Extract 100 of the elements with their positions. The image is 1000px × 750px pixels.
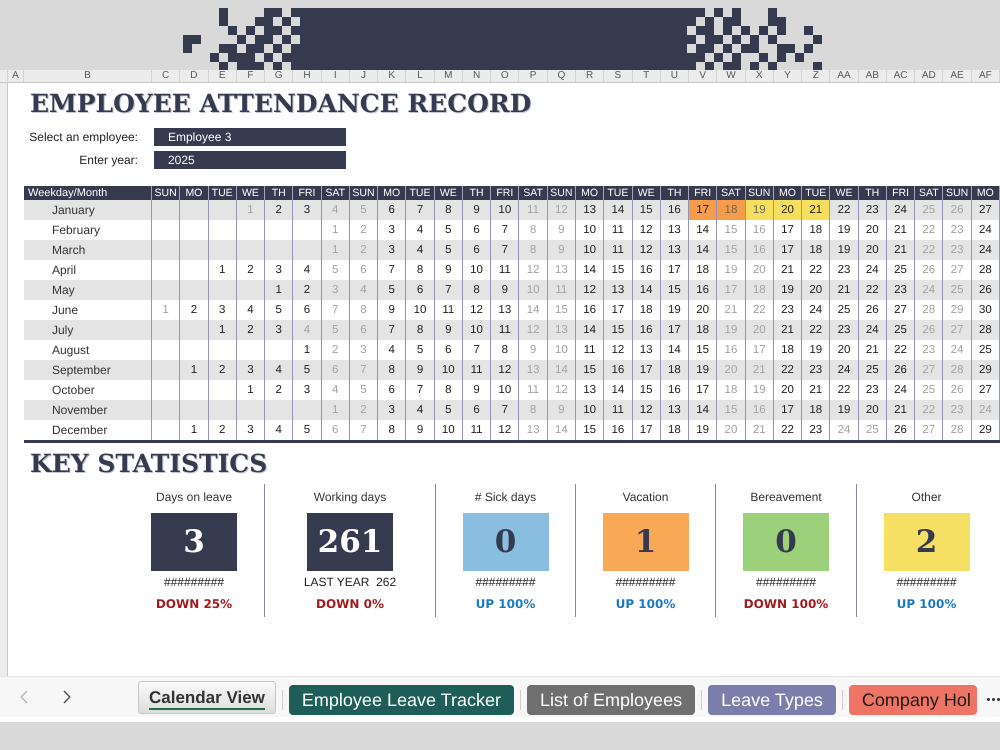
day-cell: 29 — [972, 420, 1000, 440]
column-letter[interactable]: AD — [915, 70, 944, 82]
day-cell: 19 — [689, 420, 718, 440]
column-letter[interactable]: AB — [858, 70, 887, 82]
trend-text: UP 100% — [476, 597, 536, 611]
day-cell: 21 — [802, 200, 830, 220]
month-label: July — [52, 322, 74, 338]
column-letter[interactable]: B — [24, 70, 152, 82]
section-title: KEY STATISTICS — [30, 451, 268, 477]
weekday-header: MO — [378, 186, 406, 200]
weekday-header: TH — [660, 186, 690, 200]
month-label: April — [52, 262, 76, 278]
stat-note: ######### — [475, 575, 536, 589]
month-label: March — [52, 242, 86, 258]
column-letter[interactable]: E — [208, 70, 237, 82]
day-cell: 2 — [208, 420, 237, 440]
day-cell: 11 — [462, 420, 492, 440]
column-letter[interactable]: A — [8, 70, 24, 82]
stat-value: 3 — [151, 513, 237, 571]
column-letter[interactable]: AC — [886, 70, 916, 82]
column-letter[interactable]: AF — [972, 70, 1000, 82]
day-cell: 18 — [660, 420, 690, 440]
weekday-header: SAT — [322, 186, 350, 200]
weekday-header: WE — [434, 186, 463, 200]
column-letter[interactable]: J — [350, 70, 378, 82]
day-cell: 14 — [548, 420, 576, 440]
weekday-header: SUN — [152, 186, 180, 200]
column-letter[interactable]: S — [604, 70, 633, 82]
sheet-tab[interactable]: Calendar View — [138, 680, 276, 714]
month-label: September — [52, 362, 111, 378]
month-label: August — [52, 342, 90, 358]
stat-value: 0 — [462, 513, 548, 571]
day-cell: 23 — [802, 420, 830, 440]
column-letter[interactable]: T — [632, 70, 661, 82]
column-letter[interactable]: O — [491, 70, 520, 82]
weekday-header: SAT — [519, 186, 548, 200]
sheet-tab[interactable]: List of Employees — [527, 684, 696, 714]
stat-note: ######### — [615, 575, 676, 589]
weekday-header: SAT — [717, 186, 746, 200]
input-field[interactable]: 2025 — [154, 151, 346, 169]
weekday-header: TUE — [802, 186, 830, 200]
column-letter[interactable]: Q — [548, 70, 576, 82]
day-cell: 8 — [378, 420, 406, 440]
month-label: October — [52, 382, 95, 398]
weekday-header: TH — [265, 186, 294, 200]
column-letter[interactable]: AA — [830, 70, 859, 82]
column-letter[interactable]: U — [660, 70, 690, 82]
stat-value: 1 — [602, 513, 688, 571]
day-cell: 20 — [717, 420, 746, 440]
day-cell: 24 — [830, 420, 859, 440]
stat-label: Working days — [314, 490, 386, 504]
column-letter[interactable]: G — [265, 70, 294, 82]
input-field[interactable]: Employee 3 — [154, 128, 346, 146]
day-cell: 25 — [858, 420, 887, 440]
weekday-header: TUE — [406, 186, 435, 200]
month-label: February — [52, 222, 100, 238]
column-letter[interactable]: AE — [943, 70, 972, 82]
column-letter[interactable]: C — [152, 70, 180, 82]
column-letter[interactable]: I — [322, 70, 350, 82]
sheet-tab[interactable]: Company Hol — [848, 684, 977, 714]
column-letter[interactable]: N — [462, 70, 492, 82]
day-cell: 5 — [293, 420, 322, 440]
column-letter[interactable]: Y — [774, 70, 802, 82]
weekday-header: SUN — [548, 186, 576, 200]
month-label: January — [52, 202, 95, 218]
day-cell: 28 — [943, 420, 972, 440]
day-cell: 12 — [491, 420, 520, 440]
column-letter[interactable]: P — [519, 70, 548, 82]
month-label: June — [52, 302, 78, 318]
stat-note: ######### — [756, 575, 816, 589]
field-label: Enter year: — [79, 152, 138, 169]
weekday-header: MO — [774, 186, 802, 200]
column-letter[interactable]: V — [689, 70, 718, 82]
day-cell: 26 — [886, 420, 916, 440]
column-letter[interactable]: H — [293, 70, 322, 82]
column-letter[interactable]: Z — [802, 70, 830, 82]
table-header: Weekday/Month — [24, 186, 152, 200]
stat-note: ######### — [164, 575, 224, 589]
sheet-tab[interactable]: Leave Types — [708, 684, 836, 714]
more-icon[interactable] — [986, 698, 1000, 701]
weekday-header: FRI — [886, 186, 916, 200]
day-cell: 7 — [350, 420, 378, 440]
trend-text: UP 100% — [616, 597, 676, 611]
day-cell: 15 — [576, 420, 604, 440]
chevron-right-icon[interactable] — [63, 690, 71, 704]
column-letter[interactable]: W — [717, 70, 746, 82]
weekday-header: MO — [576, 186, 604, 200]
weekday-header: SUN — [350, 186, 378, 200]
column-letter[interactable]: X — [746, 70, 774, 82]
column-letter[interactable]: M — [434, 70, 463, 82]
column-letter[interactable]: K — [378, 70, 406, 82]
sheet-tab[interactable]: Employee Leave Tracker — [288, 684, 514, 714]
column-letter[interactable]: L — [406, 70, 435, 82]
weekday-header: MO — [972, 186, 1000, 200]
column-letter[interactable]: R — [576, 70, 604, 82]
day-cell: 13 — [519, 420, 548, 440]
stat-label: # Sick days — [474, 490, 536, 504]
weekday-header: SUN — [943, 186, 972, 200]
column-letter[interactable]: F — [236, 70, 266, 82]
column-letter[interactable]: D — [180, 70, 209, 82]
